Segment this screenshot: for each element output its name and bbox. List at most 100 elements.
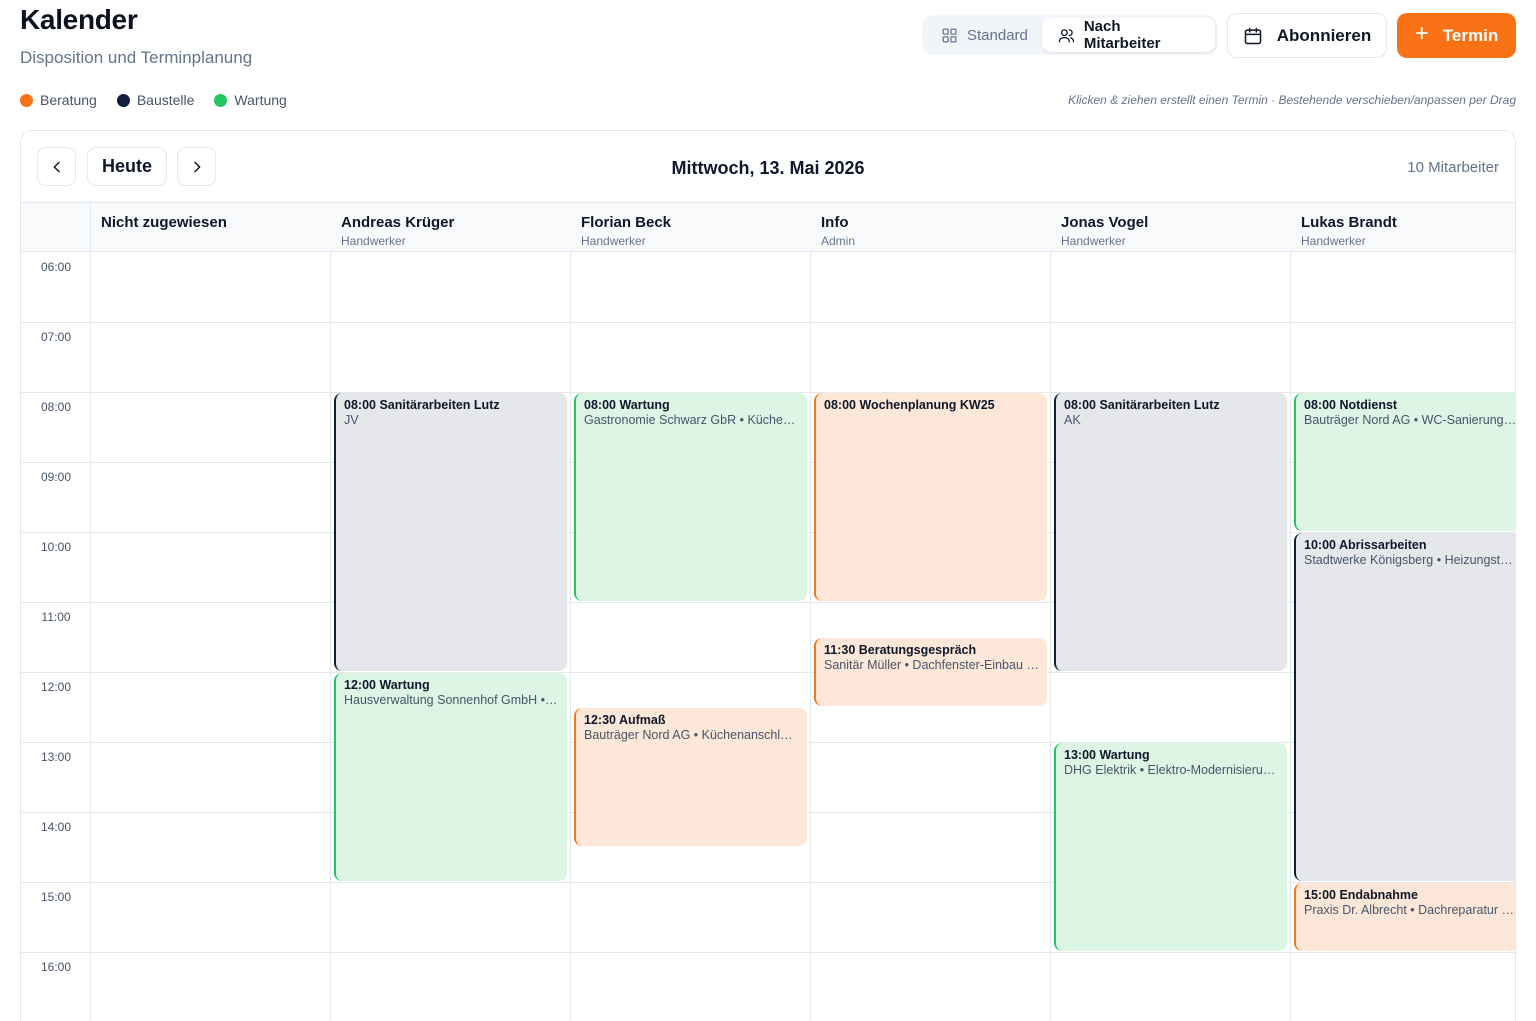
appointment-details: Bauträger Nord AG • WC-Sanierung … [1304, 413, 1516, 427]
time-label: 06:00 [40, 260, 72, 274]
view-by-employee-label: Nach Mitarbeiter [1083, 18, 1161, 52]
current-date: Mittwoch, 13. Mai 2026 [671, 158, 865, 178]
time-label: 12:00 [40, 680, 72, 694]
legend-label: Beratung [40, 92, 97, 108]
column-divider [570, 202, 571, 1021]
appointment-details: Hausverwaltung Sonnenhof GmbH • … [344, 693, 559, 707]
calendar-page: Kalender Disposition und Terminplanung S… [0, 0, 1536, 1021]
previous-day-button[interactable] [37, 147, 76, 186]
appointment-title: 08:00 Sanitärarbeiten Lutz [1064, 398, 1220, 412]
column-divider [90, 202, 91, 1021]
appointment-title: 11:30 Beratungsgespräch [824, 643, 977, 657]
appointment-wartung[interactable]: 08:00 Wartung Gastronomie Schwarz GbR • K… [574, 393, 807, 601]
appointment-wartung[interactable]: 12:00 Wartung Hausverwaltung Sonnenhof Gm… [334, 673, 567, 881]
calendar-icon [1244, 27, 1262, 44]
employee-column-header[interactable]: Lukas Brandt Handwerker [1291, 202, 1515, 252]
appointment-beratung[interactable]: 12:30 Aufmaß Bauträger Nord AG • Küchenan… [574, 708, 807, 846]
appointment-title: 08:00 Notdienst [1304, 398, 1398, 412]
time-label: 09:00 [40, 470, 72, 484]
calendar-grid: Heute Mittwoch, 13. Mai 2026 10 Mitarbei… [20, 130, 1516, 1021]
new-appointment-button[interactable]: + Termin [1397, 13, 1516, 58]
employee-role: Handwerker [581, 234, 646, 248]
appointment-title: 10:00 Abrissarbeiten [1304, 538, 1427, 552]
appointment-beratung[interactable]: 11:30 Beratungsgespräch Sanitär Müller • … [814, 638, 1047, 706]
next-day-button[interactable] [177, 147, 216, 186]
new-appointment-label: Termin [1442, 25, 1499, 45]
employee-name: Florian Beck [581, 214, 672, 231]
appointment-baustelle[interactable]: 10:00 Abrissarbeiten Stadtwerke Königsber… [1294, 533, 1516, 881]
time-label: 15:00 [40, 890, 72, 904]
employee-role: Handwerker [1301, 234, 1366, 248]
appointment-title: 12:00 Wartung [344, 678, 430, 692]
legend: Beratung Baustelle Wartung [20, 92, 287, 108]
employee-name: Info [821, 214, 849, 231]
appointment-details: Bauträger Nord AG • Küchenanschlus… [584, 728, 799, 742]
legend-label: Baustelle [136, 92, 195, 108]
employee-name: Andreas Krüger [341, 214, 455, 231]
view-standard-label: Standard [967, 26, 1028, 44]
appointment-title: 08:00 Wartung [584, 398, 670, 412]
appointment-beratung[interactable]: 15:00 Endabnahme Praxis Dr. Albrecht • Da… [1294, 883, 1516, 951]
legend-item-beratung: Beratung [20, 92, 97, 108]
view-standard-button[interactable]: Standard [925, 18, 1042, 52]
legend-dot [116, 93, 130, 107]
appointment-beratung[interactable]: 08:00 Wochenplanung KW25 [814, 393, 1047, 601]
page-subtitle: Disposition und Terminplanung [20, 48, 253, 67]
time-label: 07:00 [40, 330, 72, 344]
employee-column-header[interactable]: Nicht zugewiesen [91, 202, 331, 252]
time-label: 13:00 [40, 750, 72, 764]
employee-column-header[interactable]: Info Admin [811, 202, 1051, 252]
plus-icon: + [1414, 20, 1429, 47]
appointment-wartung[interactable]: 08:00 Notdienst Bauträger Nord AG • WC-Sa… [1294, 393, 1516, 531]
subscribe-label: Abonnieren [1276, 25, 1372, 45]
calendar-toolbar: Heute Mittwoch, 13. Mai 2026 10 Mitarbei… [21, 131, 1515, 202]
appointment-title: 08:00 Wochenplanung KW25 [824, 398, 995, 412]
employee-role: Handwerker [1061, 234, 1126, 248]
users-icon [1058, 28, 1075, 42]
appointment-details: AK [1064, 413, 1081, 427]
employee-count: 10 Mitarbeiter [1407, 159, 1499, 176]
usage-hint: Klicken & ziehen erstellt einen Termin ·… [1068, 93, 1516, 107]
legend-item-wartung: Wartung [214, 92, 287, 108]
grid-icon [942, 27, 957, 43]
appointment-baustelle[interactable]: 08:00 Sanitärarbeiten Lutz JV [334, 393, 567, 671]
employee-name: Nicht zugewiesen [101, 214, 227, 231]
column-divider [1290, 202, 1291, 1021]
time-label: 10:00 [40, 540, 72, 554]
page-title: Kalender [20, 4, 138, 35]
appointment-title: 15:00 Endabnahme [1304, 888, 1418, 902]
appointment-details: Praxis Dr. Albrecht • Dachreparatur El… [1304, 903, 1516, 917]
subscribe-button[interactable]: Abonnieren [1227, 13, 1387, 58]
appointment-details: Sanitär Müller • Dachfenster-Einbau S… [824, 658, 1039, 672]
time-label: 14:00 [40, 820, 72, 834]
legend-item-baustelle: Baustelle [116, 92, 195, 108]
employee-column-header[interactable]: Florian Beck Handwerker [571, 202, 811, 252]
appointment-details: DHG Elektrik • Elektro-Modernisierun… [1064, 763, 1279, 777]
view-by-employee-button[interactable]: Nach Mitarbeiter [1041, 18, 1215, 52]
column-divider [810, 202, 811, 1021]
appointment-wartung[interactable]: 13:00 Wartung DHG Elektrik • Elektro-Mode… [1054, 743, 1287, 951]
employee-name: Lukas Brandt [1301, 214, 1397, 231]
legend-dot [214, 93, 228, 107]
legend-label: Wartung [234, 92, 287, 108]
time-column-header [21, 202, 91, 252]
column-divider [330, 202, 331, 1021]
time-label: 08:00 [40, 400, 72, 414]
employee-column-header[interactable]: Jonas Vogel Handwerker [1051, 202, 1291, 252]
legend-dot [20, 93, 33, 107]
appointment-title: 13:00 Wartung [1064, 748, 1150, 762]
employee-column-header[interactable]: Andreas Krüger Handwerker [331, 202, 571, 252]
column-divider [1050, 202, 1051, 1021]
today-button[interactable]: Heute [87, 147, 167, 186]
view-toggle: Standard Nach Mitarbeiter [922, 15, 1218, 55]
chevron-right-icon [193, 161, 200, 172]
appointment-baustelle[interactable]: 08:00 Sanitärarbeiten Lutz AK [1054, 393, 1287, 671]
appointment-details: Gastronomie Schwarz GbR • Küchena… [584, 413, 799, 427]
chevron-left-icon [53, 161, 60, 172]
employee-role: Handwerker [341, 234, 406, 248]
appointment-details: Stadtwerke Königsberg • Heizungstau… [1304, 553, 1516, 567]
employee-role: Admin [821, 234, 856, 248]
employee-name: Jonas Vogel [1061, 214, 1149, 231]
appointment-title: 12:30 Aufmaß [584, 713, 666, 727]
time-label: 11:00 [41, 610, 71, 624]
